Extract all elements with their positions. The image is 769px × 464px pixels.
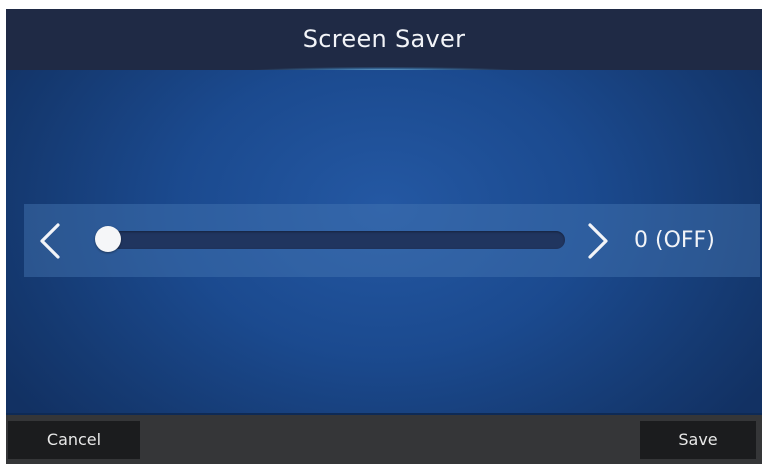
save-button[interactable]: Save [640, 421, 756, 459]
slider-value-label: 0 (OFF) [634, 228, 715, 253]
slider-thumb[interactable] [95, 226, 121, 252]
cancel-button[interactable]: Cancel [8, 421, 140, 459]
slider-row: 0 (OFF) [24, 204, 760, 277]
chevron-left-icon[interactable] [36, 222, 66, 260]
footer-bar: Cancel Save [6, 415, 762, 464]
slider-track[interactable] [100, 231, 565, 249]
screen-saver-screen: Screen Saver 0 (OFF) Cancel Save [6, 9, 762, 464]
chevron-right-icon[interactable] [582, 222, 612, 260]
page-title: Screen Saver [6, 9, 762, 70]
